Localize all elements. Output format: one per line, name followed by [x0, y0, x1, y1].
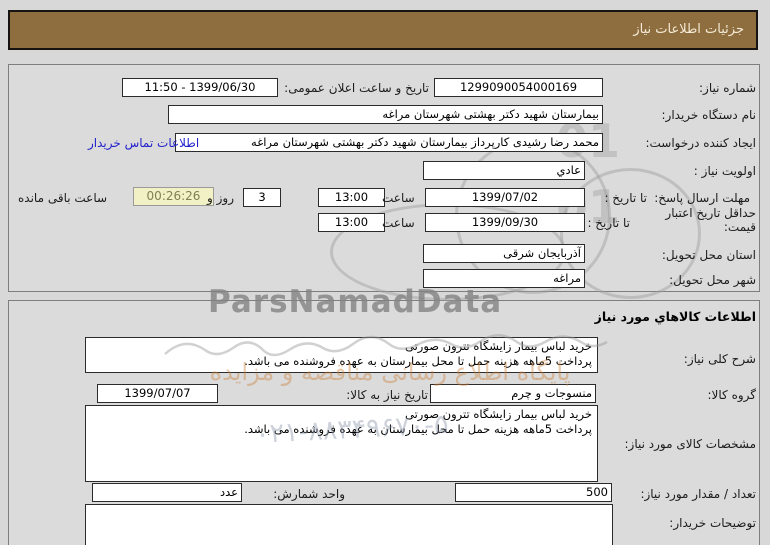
requester-field[interactable]: محمد رضا رشیدی کارپرداز بیمارستان شهید د…: [175, 133, 603, 152]
group-field[interactable]: منسوجات و چرم: [430, 384, 596, 403]
page-title: جزئیات اطلاعات نیاز: [633, 22, 744, 37]
tender-detail-page: جزئیات اطلاعات نیاز 01 01 شماره نیاز: 12…: [0, 0, 770, 545]
qty-label: تعداد / مقدار مورد نیاز:: [640, 487, 756, 501]
days-label: روز و: [207, 191, 234, 205]
desc-textarea[interactable]: خرید لباس بیمار زایشگاه تترون صورتی پردا…: [85, 337, 598, 373]
hour-label-1: ساعت: [382, 191, 415, 205]
group-label: گروه کالا:: [707, 388, 757, 402]
goods-date-field[interactable]: 1399/07/07: [97, 384, 218, 403]
until-date-label-1: تا تاریخ :: [604, 191, 647, 205]
specs-label: مشخصات کالای مورد نیاز:: [624, 437, 756, 451]
goods-date-label: تاریخ نیاز به کالا:: [346, 388, 428, 402]
buyer-org-label: نام دستگاه خریدار:: [661, 108, 757, 122]
remaining-label: ساعت باقی مانده: [18, 191, 108, 205]
deadline-label: مهلت ارسال پاسخ:: [654, 191, 750, 205]
unit-field[interactable]: عدد: [92, 483, 242, 502]
countdown-timer: 00:26:26: [133, 187, 214, 206]
notes-textarea[interactable]: [85, 504, 613, 545]
qty-field[interactable]: 500: [455, 483, 612, 502]
province-field[interactable]: آذربایجان شرقی: [423, 244, 585, 263]
goods-section-title: اطلاعات کالاهاي مورد نیاز: [594, 309, 756, 324]
desc-label: شرح کلی نیاز:: [683, 352, 756, 366]
need-number-field[interactable]: 1299090054000169: [434, 78, 603, 97]
priority-label: اولویت نیاز :: [693, 164, 756, 178]
days-remaining-field[interactable]: 3: [243, 188, 281, 207]
announce-datetime-label: تاریخ و ساعت اعلان عمومی:: [284, 81, 429, 95]
notes-label: توضیحات خریدار:: [669, 516, 756, 530]
announce-datetime-field[interactable]: 11:50 - 1399/06/30: [122, 78, 278, 97]
validity-time-field[interactable]: 13:00: [318, 213, 385, 232]
buyer-contact-link[interactable]: اطلاعات تماس خریدار: [88, 136, 199, 150]
deadline-time-field[interactable]: 13:00: [318, 188, 385, 207]
province-label: استان محل تحویل:: [661, 248, 756, 262]
deadline-date-field[interactable]: 1399/07/02: [425, 188, 585, 207]
specs-textarea[interactable]: خرید لباس بیمار زایشگاه تترون صورتی پردا…: [85, 405, 598, 482]
unit-label: واحد شمارش:: [273, 487, 345, 501]
details-titlebar: جزئیات اطلاعات نیاز: [8, 10, 758, 50]
need-info-panel: [8, 64, 760, 292]
city-field[interactable]: مراغه: [423, 269, 585, 288]
until-date-label-2: تا تاریخ :: [587, 216, 630, 230]
priority-field[interactable]: عادي: [423, 161, 585, 180]
city-label: شهر محل تحویل:: [669, 273, 756, 287]
buyer-org-field[interactable]: بیمارستان شهید دکتر بهشتی شهرستان مراغه: [168, 105, 603, 124]
validity-date-field[interactable]: 1399/09/30: [425, 213, 585, 232]
need-number-label: شماره نیاز:: [699, 81, 756, 95]
requester-label: ایجاد کننده درخواست:: [645, 136, 756, 150]
validity-label: حداقل تاریخ اعتبار قیمت:: [665, 206, 756, 234]
hour-label-2: ساعت: [382, 216, 415, 230]
